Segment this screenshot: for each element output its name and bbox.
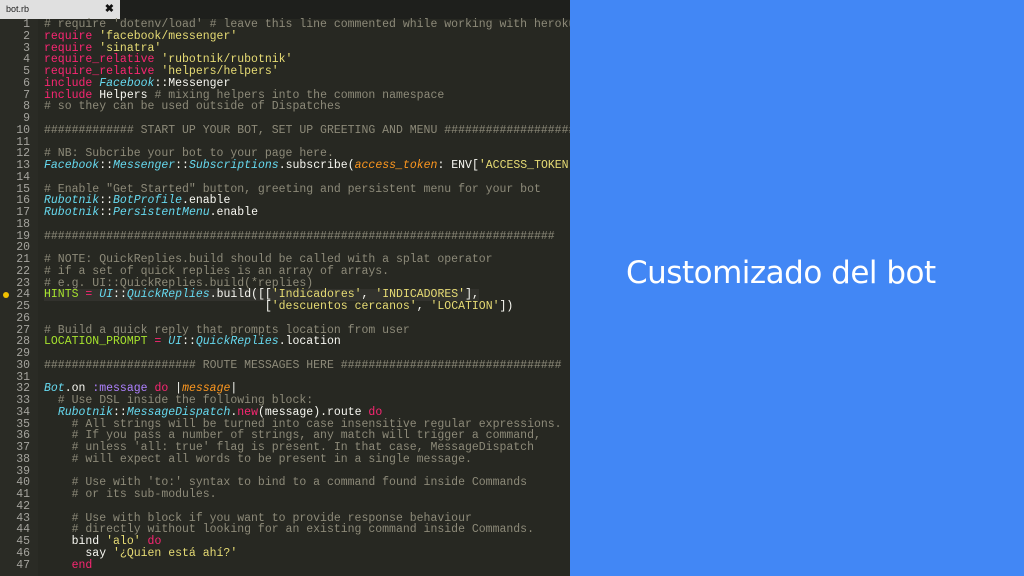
code-token: .location xyxy=(278,335,341,349)
code-token: 'LOCATION' xyxy=(430,300,500,313)
code-text: ###################### ROUTE MESSAGES HE… xyxy=(44,358,562,372)
code-text: ############# START UP YOUR BOT, SET UP … xyxy=(44,123,570,137)
line-number: 38 xyxy=(16,452,30,466)
code-line[interactable]: 25 ['descuentos cercanos', 'LOCATION']) xyxy=(0,301,570,313)
code-editor[interactable]: bot.rb ✖ 1 # require 'dotenv/load' # leav… xyxy=(0,0,570,576)
code-text: # or its sub-modules. xyxy=(44,489,217,501)
code-token: ]) xyxy=(499,300,514,313)
line-number: 42 xyxy=(16,499,30,513)
code-token: end xyxy=(44,558,93,572)
line-number: 25 xyxy=(16,300,30,313)
line-number: 17 xyxy=(16,206,30,219)
code-token: '¿Quien está ahí?' xyxy=(113,546,238,560)
line-number: 2 xyxy=(23,29,30,43)
code-token: ###################### ROUTE MESSAGES HE… xyxy=(44,358,562,372)
code-token: Rubotnik xyxy=(44,206,100,219)
line-number: 47 xyxy=(16,558,30,572)
code-token: access_token xyxy=(354,159,438,172)
code-text: Facebook::Messenger::Subscriptions.subsc… xyxy=(44,160,570,172)
line-number: 26 xyxy=(16,311,30,325)
line-number: 1 xyxy=(23,18,30,31)
code-token: , xyxy=(416,300,431,313)
code-text: # so they can be used outside of Dispatc… xyxy=(44,101,341,113)
code-text: ['descuentos cercanos', 'LOCATION']) xyxy=(44,300,514,313)
code-token: [ xyxy=(44,300,272,313)
code-token: : ENV[ xyxy=(437,159,479,172)
code-token: # or its sub-modules. xyxy=(44,488,217,501)
code-line[interactable]: 38 # will expect all words to be present… xyxy=(0,452,570,466)
code-line[interactable]: 28 LOCATION_PROMPT = UI::QuickReplies.loc… xyxy=(0,336,570,348)
code-token: QuickReplies xyxy=(195,335,279,349)
code-token: Subscriptions xyxy=(188,159,279,172)
code-token: :: xyxy=(99,159,114,172)
line-number: 9 xyxy=(23,112,30,125)
close-icon[interactable]: ✖ xyxy=(105,0,114,19)
code-line[interactable]: 47 end xyxy=(0,558,570,572)
line-number: 21 xyxy=(16,253,30,266)
code-line[interactable]: 10 ############# START UP YOUR BOT, SET U… xyxy=(0,123,570,137)
line-number: 13 xyxy=(16,159,30,172)
line-number: 6 xyxy=(23,76,30,90)
code-text: # will expect all words to be present in… xyxy=(44,452,472,466)
line-number: 14 xyxy=(16,170,30,184)
tab-bot-rb[interactable]: bot.rb ✖ xyxy=(0,0,120,19)
code-token: .enable xyxy=(209,206,258,219)
code-token: Messenger xyxy=(113,159,176,172)
code-text: Rubotnik::PersistentMenu.enable xyxy=(44,207,258,219)
code-line[interactable]: 13 Facebook::Messenger::Subscriptions.sub… xyxy=(0,160,570,172)
code-line[interactable]: 41 # or its sub-modules. xyxy=(0,489,570,501)
line-number: 33 xyxy=(16,394,30,407)
code-token: # so they can be used outside of Dispatc… xyxy=(44,100,341,114)
code-token: 'descuentos cercanos' xyxy=(271,300,417,313)
line-number: 41 xyxy=(16,488,30,501)
code-token: 'ACCESS_TOKEN' xyxy=(478,159,570,172)
line-number: 10 xyxy=(16,123,30,137)
code-token: = xyxy=(147,335,169,349)
code-token: :: xyxy=(175,159,189,172)
code-line[interactable]: 17 Rubotnik::PersistentMenu.enable xyxy=(0,207,570,219)
tab-label: bot.rb xyxy=(6,4,30,14)
code-token: Facebook xyxy=(44,159,100,172)
code-token: # will expect all words to be present in… xyxy=(44,452,472,466)
line-number: 5 xyxy=(23,65,30,78)
line-number: 46 xyxy=(16,546,30,560)
code-token: ########################################… xyxy=(44,229,555,243)
code-token: UI xyxy=(168,335,183,349)
line-number: 29 xyxy=(16,347,30,360)
line-number: 18 xyxy=(16,217,30,231)
code-line[interactable]: 30 ###################### ROUTE MESSAGES … xyxy=(0,358,570,372)
code-text: LOCATION_PROMPT = UI::QuickReplies.locat… xyxy=(44,336,341,348)
code-token: :: xyxy=(99,206,114,219)
code-token: PersistentMenu xyxy=(113,206,210,219)
code-token: :: xyxy=(182,335,196,349)
code-text: ########################################… xyxy=(44,229,555,243)
tab-bar: bot.rb ✖ xyxy=(0,0,570,19)
line-number: 45 xyxy=(16,535,30,548)
code-token: .subscribe( xyxy=(278,159,355,172)
line-number: 34 xyxy=(16,405,30,419)
code-text: end xyxy=(44,558,93,572)
slide-title: Customizado del bot xyxy=(626,255,936,291)
code-token: ############# START UP YOUR BOT, SET UP … xyxy=(44,123,570,137)
code-line[interactable]: 8 # so they can be used outside of Dispat… xyxy=(0,101,570,113)
line-number: 30 xyxy=(16,358,30,372)
line-number: 22 xyxy=(16,264,30,278)
code-line[interactable]: 19 ######################################… xyxy=(0,229,570,243)
line-number: 37 xyxy=(16,441,30,454)
code-token: LOCATION_PROMPT xyxy=(44,335,148,349)
